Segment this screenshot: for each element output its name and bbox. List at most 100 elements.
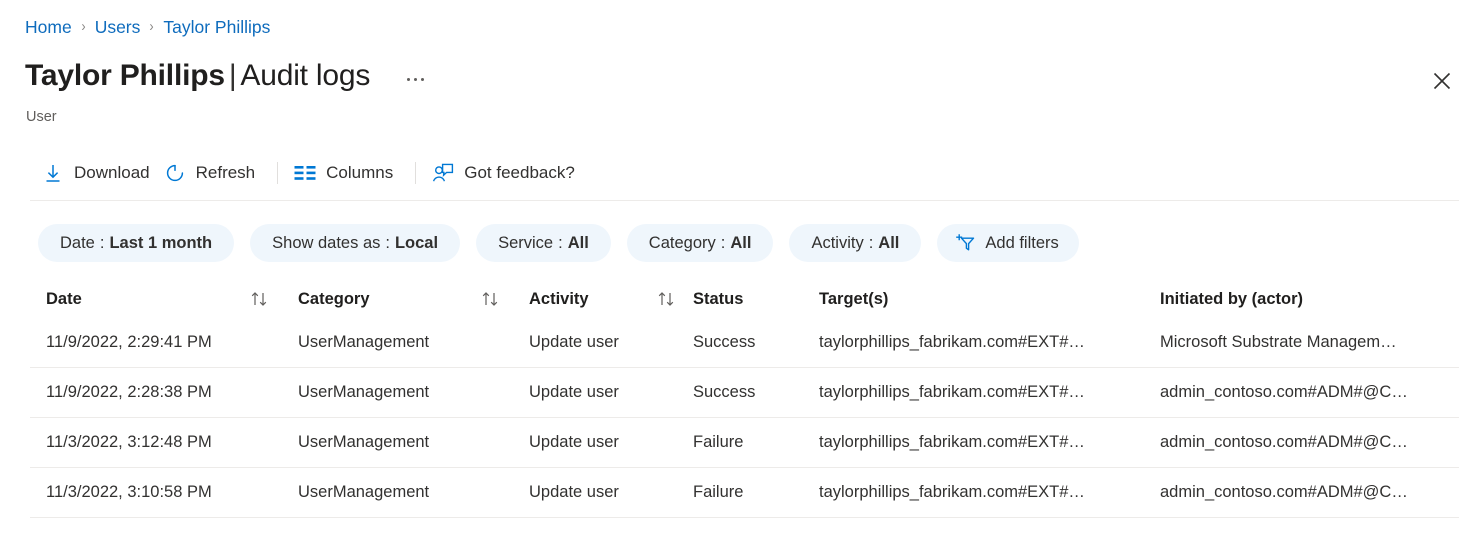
refresh-button[interactable]: Refresh	[160, 155, 266, 191]
cell-date: 11/9/2022, 2:29:41 PM	[30, 333, 298, 352]
cell-text: Failure	[693, 483, 743, 502]
cell-text: 11/9/2022, 2:29:41 PM	[46, 333, 212, 352]
filter-bar: Date : Last 1 month Show dates as : Loca…	[38, 224, 1079, 262]
toolbar-divider	[415, 162, 416, 184]
columns-icon	[292, 162, 318, 184]
got-feedback-button[interactable]: Got feedback?	[428, 155, 585, 191]
filter-pill-service[interactable]: Service : All	[476, 224, 611, 262]
column-header-initiated-by[interactable]: Initiated by (actor)	[1160, 290, 1450, 309]
table-row[interactable]: 11/9/2022, 2:29:41 PM UserManagement Upd…	[30, 318, 1459, 368]
column-header-label: Target(s)	[819, 290, 888, 309]
cell-target: taylorphillips_fabrikam.com#EXT#…	[819, 433, 1160, 452]
columns-button[interactable]: Columns	[290, 155, 403, 191]
column-header-label: Status	[693, 290, 743, 309]
cell-text: 11/3/2022, 3:10:58 PM	[46, 483, 212, 502]
download-icon	[40, 162, 66, 184]
cell-category: UserManagement	[298, 483, 529, 502]
column-header-date[interactable]: Date	[30, 290, 298, 309]
cell-text: admin_contoso.com#ADM#@C…	[1160, 433, 1408, 452]
cell-text: taylorphillips_fabrikam.com#EXT#…	[819, 483, 1085, 502]
cell-text: Failure	[693, 433, 743, 452]
breadcrumb: Home › Users › Taylor Phillips	[25, 16, 270, 38]
filter-colon: :	[380, 234, 395, 253]
feedback-icon	[430, 162, 456, 184]
cell-status: Success	[693, 333, 819, 352]
cell-category: UserManagement	[298, 333, 529, 352]
table-row[interactable]: 11/3/2022, 3:10:58 PM UserManagement Upd…	[30, 468, 1459, 518]
breadcrumb-item-taylor-phillips[interactable]: Taylor Phillips	[163, 16, 270, 38]
filter-pill-show-dates-as[interactable]: Show dates as : Local	[250, 224, 460, 262]
page-title-separator: |	[225, 59, 241, 92]
cell-activity: Update user	[529, 433, 693, 452]
cell-text: UserManagement	[298, 483, 429, 502]
cell-category: UserManagement	[298, 433, 529, 452]
filter-colon: :	[716, 234, 731, 253]
add-filters-label: Add filters	[985, 234, 1058, 253]
filter-value: Local	[395, 234, 438, 253]
filter-key: Show dates as	[272, 234, 380, 253]
cell-text: Microsoft Substrate Managem…	[1160, 333, 1397, 352]
cell-text: taylorphillips_fabrikam.com#EXT#…	[819, 433, 1085, 452]
cell-date: 11/3/2022, 3:12:48 PM	[30, 433, 298, 452]
column-header-status[interactable]: Status	[693, 290, 819, 309]
download-button[interactable]: Download	[38, 155, 160, 191]
cell-text: UserManagement	[298, 433, 429, 452]
cell-text: 11/9/2022, 2:28:38 PM	[46, 383, 212, 402]
column-header-targets[interactable]: Target(s)	[819, 290, 1160, 309]
columns-label: Columns	[326, 163, 393, 183]
cell-activity: Update user	[529, 333, 693, 352]
ellipsis-dot	[414, 78, 417, 81]
column-header-activity[interactable]: Activity	[529, 290, 693, 309]
cell-initiated-by: admin_contoso.com#ADM#@C…	[1160, 483, 1450, 502]
filter-pill-activity[interactable]: Activity : All	[789, 224, 921, 262]
download-label: Download	[74, 163, 150, 183]
filter-pill-date[interactable]: Date : Last 1 month	[38, 224, 234, 262]
page-title-row: Taylor Phillips|Audit logs	[25, 56, 430, 96]
cell-text: Update user	[529, 333, 619, 352]
column-header-label: Category	[298, 290, 370, 309]
filter-value: All	[878, 234, 899, 253]
toolbar-divider	[277, 162, 278, 184]
ellipsis-dot	[421, 78, 424, 81]
cell-text: taylorphillips_fabrikam.com#EXT#…	[819, 333, 1085, 352]
add-filter-icon	[953, 232, 977, 254]
table-header-row: Date Category Activity	[30, 280, 1459, 318]
breadcrumb-item-home[interactable]: Home	[25, 16, 72, 38]
ellipsis-dot	[407, 78, 410, 81]
cell-text: Update user	[529, 433, 619, 452]
cell-activity: Update user	[529, 383, 693, 402]
breadcrumb-item-users[interactable]: Users	[95, 16, 141, 38]
filter-pill-category[interactable]: Category : All	[627, 224, 774, 262]
refresh-label: Refresh	[196, 163, 256, 183]
breadcrumb-separator-icon: ›	[150, 16, 154, 38]
cell-date: 11/9/2022, 2:28:38 PM	[30, 383, 298, 402]
cell-date: 11/3/2022, 3:10:58 PM	[30, 483, 298, 502]
column-header-label: Activity	[529, 290, 589, 309]
table-row[interactable]: 11/3/2022, 3:12:48 PM UserManagement Upd…	[30, 418, 1459, 468]
sort-icon[interactable]	[657, 291, 679, 307]
cell-target: taylorphillips_fabrikam.com#EXT#…	[819, 483, 1160, 502]
cell-text: Success	[693, 333, 755, 352]
cell-text: Success	[693, 383, 755, 402]
filter-key: Activity	[811, 234, 863, 253]
close-button[interactable]	[1425, 64, 1459, 98]
filter-value: Last 1 month	[109, 234, 212, 253]
column-header-label: Date	[46, 290, 82, 309]
column-header-label: Initiated by (actor)	[1160, 290, 1303, 309]
sort-icon[interactable]	[250, 291, 272, 307]
page-title: Taylor Phillips|Audit logs	[25, 56, 370, 96]
page-subtitle: User	[26, 108, 57, 126]
more-options-button[interactable]	[400, 66, 430, 92]
sort-icon[interactable]	[481, 291, 503, 307]
table-row[interactable]: 11/9/2022, 2:28:38 PM UserManagement Upd…	[30, 368, 1459, 418]
filter-key: Date	[60, 234, 95, 253]
cell-text: UserManagement	[298, 383, 429, 402]
page-title-main: Taylor Phillips	[25, 59, 225, 92]
cell-category: UserManagement	[298, 383, 529, 402]
filter-key: Category	[649, 234, 716, 253]
column-header-category[interactable]: Category	[298, 290, 529, 309]
cell-initiated-by: Microsoft Substrate Managem…	[1160, 333, 1450, 352]
cell-target: taylorphillips_fabrikam.com#EXT#…	[819, 383, 1160, 402]
refresh-icon	[162, 162, 188, 184]
add-filters-button[interactable]: Add filters	[937, 224, 1078, 262]
